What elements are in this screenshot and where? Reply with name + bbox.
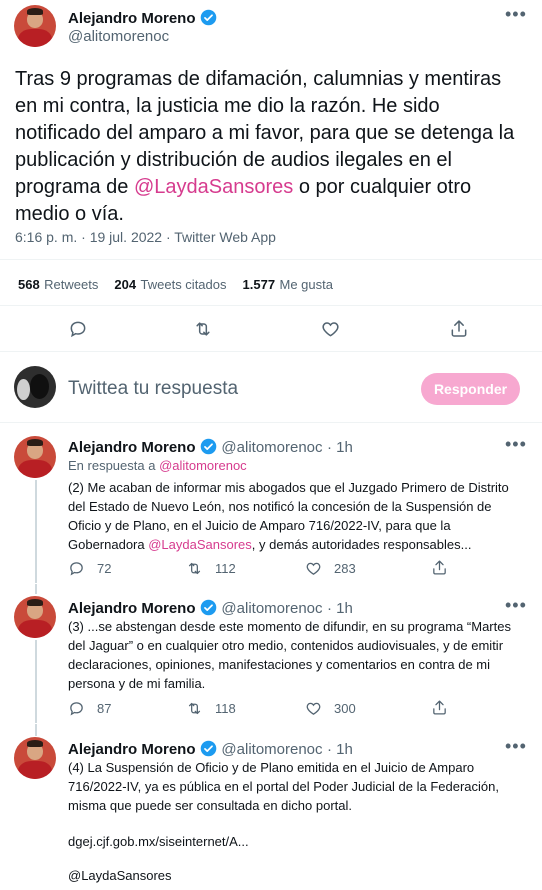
divider xyxy=(0,351,542,352)
tweet-time[interactable]: · 1h xyxy=(327,741,353,758)
likes-label: Me gusta xyxy=(279,277,333,292)
mention-link[interactable]: @LaydaSansores xyxy=(134,176,293,198)
avatar[interactable] xyxy=(14,737,56,779)
thread-line xyxy=(35,640,37,723)
quotes-label: Tweets citados xyxy=(140,277,227,292)
like-count: 283 xyxy=(334,561,356,576)
in-reply-prefix: En respuesta a xyxy=(68,458,160,473)
tweet-text: Tras 9 programas de difamación, calumnia… xyxy=(15,66,520,228)
verified-badge-icon xyxy=(200,599,217,616)
retweet-action[interactable]: 118 xyxy=(186,700,236,717)
reply-action[interactable]: 87 xyxy=(68,700,111,717)
avatar[interactable] xyxy=(14,436,56,478)
verified-badge-icon xyxy=(200,438,217,455)
mention-link[interactable]: @LaydaSansores xyxy=(68,866,172,885)
url-link[interactable]: dgej.cjf.gob.mx/siseinternet/A... xyxy=(68,832,249,851)
more-icon[interactable]: ••• xyxy=(505,434,527,455)
in-reply-to: En respuesta a @alitomorenoc xyxy=(68,458,247,473)
retweet-icon xyxy=(188,562,201,575)
quotes-count: 204 xyxy=(114,277,137,292)
divider xyxy=(0,422,542,423)
reply-icon xyxy=(70,562,83,576)
author-handle[interactable]: @alitomorenoc xyxy=(68,28,169,45)
reply-text: (2) Me acaban de informar mis abogados q… xyxy=(68,478,523,554)
tweet-time[interactable]: · 1h xyxy=(327,439,353,456)
likes-stat[interactable]: 1.577 Me gusta xyxy=(243,276,333,294)
quotes-stat[interactable]: 204 Tweets citados xyxy=(114,276,226,294)
mention-link[interactable]: @LaydaSansores xyxy=(148,537,252,552)
share-icon[interactable] xyxy=(449,318,469,339)
thread-line xyxy=(35,584,37,594)
verified-badge-icon xyxy=(200,740,217,757)
thread-line xyxy=(35,724,37,736)
more-icon[interactable]: ••• xyxy=(505,4,527,25)
tweet-timestamp[interactable]: 6:16 p. m. · 19 jul. 2022 · Twitter Web … xyxy=(15,229,276,245)
like-action[interactable]: 283 xyxy=(305,560,356,577)
share-icon xyxy=(433,560,446,575)
like-icon[interactable] xyxy=(320,319,341,339)
avatar[interactable] xyxy=(14,5,56,47)
author-handle[interactable]: @alitomorenoc xyxy=(221,600,322,617)
author-handle[interactable]: @alitomorenoc xyxy=(221,741,322,758)
author-name[interactable]: Alejandro Moreno xyxy=(68,439,196,456)
reply-text: (3) ...se abstengan desde este momento d… xyxy=(68,619,511,691)
more-icon[interactable]: ••• xyxy=(505,595,527,616)
retweet-count: 112 xyxy=(215,561,236,576)
divider xyxy=(0,305,542,306)
tweet-time[interactable]: · 1h xyxy=(327,600,353,617)
reply-count: 87 xyxy=(97,701,112,716)
share-icon xyxy=(433,700,446,715)
reply-count: 72 xyxy=(97,561,112,576)
verified-badge-icon xyxy=(200,9,217,26)
like-action[interactable]: 300 xyxy=(305,700,356,717)
tweet-stats: 568 Retweets 204 Tweets citados 1.577 Me… xyxy=(18,276,333,294)
reply-header: Alejandro Moreno @alitomorenoc · 1h xyxy=(68,599,353,618)
author-name[interactable]: Alejandro Moreno xyxy=(68,10,196,27)
reply-header: Alejandro Moreno @alitomorenoc · 1h xyxy=(68,740,353,759)
mention-link[interactable]: @alitomorenoc xyxy=(159,458,247,473)
avatar[interactable] xyxy=(14,366,56,408)
retweets-label: Retweets xyxy=(44,277,99,292)
reply-action[interactable]: 72 xyxy=(68,560,111,577)
divider xyxy=(0,259,542,260)
retweets-stat[interactable]: 568 Retweets xyxy=(18,276,98,294)
retweet-count: 118 xyxy=(215,701,236,716)
like-icon xyxy=(306,702,321,715)
reply-icon[interactable] xyxy=(68,319,88,339)
reply-icon xyxy=(70,702,83,716)
share-action[interactable] xyxy=(431,559,448,576)
like-count: 300 xyxy=(334,701,356,716)
reply-button[interactable]: Responder xyxy=(421,373,520,405)
likes-count: 1.577 xyxy=(242,277,276,292)
retweet-icon xyxy=(188,702,201,715)
more-icon[interactable]: ••• xyxy=(505,736,527,757)
reply-header: Alejandro Moreno @alitomorenoc · 1h xyxy=(68,438,353,457)
author-name[interactable]: Alejandro Moreno xyxy=(68,741,196,758)
author-name[interactable]: Alejandro Moreno xyxy=(68,600,196,617)
reply-input[interactable]: Twittea tu respuesta xyxy=(68,378,238,400)
reply-text-part: , y demás autoridades responsables... xyxy=(251,537,472,552)
retweet-action[interactable]: 112 xyxy=(186,560,236,577)
like-icon xyxy=(306,562,321,575)
retweets-count: 568 xyxy=(18,277,40,292)
share-action[interactable] xyxy=(431,699,448,716)
thread-line xyxy=(35,480,37,583)
author-handle[interactable]: @alitomorenoc xyxy=(221,439,322,456)
retweet-icon[interactable] xyxy=(192,319,214,339)
avatar[interactable] xyxy=(14,596,56,638)
reply-text: (4) La Suspensión de Oficio y de Plano e… xyxy=(68,760,499,813)
